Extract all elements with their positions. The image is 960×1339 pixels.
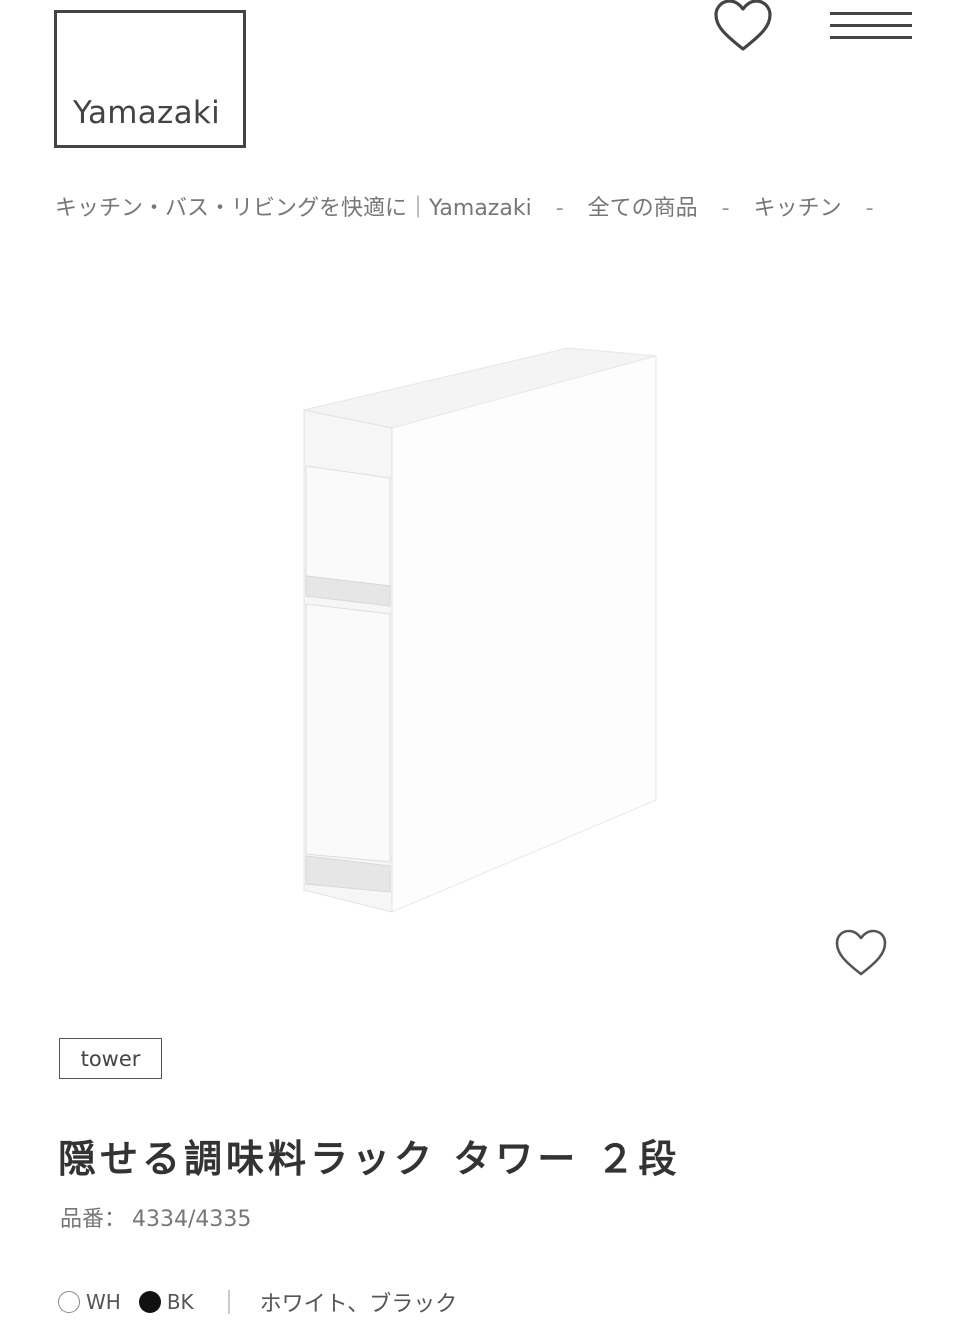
product-title: 隠せる調味料ラック タワー ２段 (58, 1137, 681, 1181)
product-favorite-button[interactable] (834, 928, 888, 978)
breadcrumb-separator: - (865, 196, 874, 221)
product-code-value: 4334/4335 (132, 1207, 252, 1232)
color-names: ホワイト、ブラック (259, 1292, 458, 1317)
favorites-button[interactable] (712, 0, 774, 54)
breadcrumb-all-products[interactable]: 全ての商品 (588, 196, 698, 221)
color-option-wh[interactable]: WH (58, 1290, 121, 1314)
color-code: BK (166, 1290, 194, 1314)
product-page: Yamazaki キッチン・バス・リビングを快適に｜Yamazaki - 全ての商品… (0, 0, 960, 1339)
breadcrumb-separator: - (555, 196, 564, 221)
color-swatch-black (138, 1291, 161, 1313)
logo-text: Yamazaki (73, 95, 221, 131)
heart-icon (835, 929, 887, 976)
menu-line-2 (830, 24, 912, 27)
product-code: 品番： 4334/4335 (60, 1201, 251, 1233)
menu-line-3 (830, 36, 912, 39)
product-rack-illustration (303, 347, 657, 913)
breadcrumb-home[interactable]: キッチン・バス・リビングを快適に｜Yamazaki (55, 196, 532, 221)
heart-icon (714, 0, 772, 51)
hamburger-menu-button[interactable] (830, 10, 912, 42)
product-image[interactable] (290, 340, 670, 920)
breadcrumb-kitchen[interactable]: キッチン (754, 196, 842, 221)
color-divider (227, 1290, 230, 1314)
brand-tag[interactable]: tower (59, 1038, 162, 1079)
yamazaki-logo[interactable]: Yamazaki (54, 10, 246, 148)
menu-line-1 (830, 12, 912, 15)
breadcrumb: キッチン・バス・リビングを快適に｜Yamazaki - 全ての商品 - キッチン - (55, 190, 960, 224)
color-code: WH (86, 1290, 121, 1314)
color-swatch-white (58, 1291, 80, 1313)
color-option-bk[interactable]: BK (138, 1290, 194, 1314)
color-options: WH BK ホワイト、ブラック (58, 1287, 457, 1317)
breadcrumb-separator: - (721, 196, 730, 221)
product-code-label: 品番： (60, 1207, 127, 1232)
